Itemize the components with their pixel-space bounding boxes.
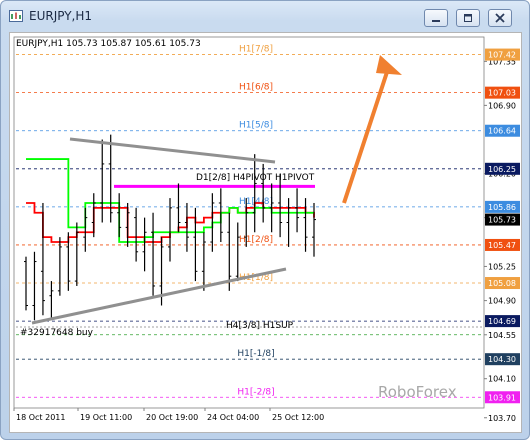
y-tick-label: 103.70 <box>488 414 516 423</box>
y-tick-label: 104.10 <box>488 375 516 384</box>
price-tag-label: 106.64 <box>488 127 516 136</box>
pivot-label: D1[2/8] H4PIVOT H1PIVOT <box>196 173 315 183</box>
level-label: H1[7/8] <box>239 45 273 55</box>
support-label: H4[3/8] H1SUP <box>226 321 294 331</box>
info-values: 105.73 105.87 105.61 105.73 <box>66 39 201 49</box>
watermark: RoboForex <box>378 383 457 401</box>
x-tick-label: 19 Oct 11:00 <box>80 413 132 422</box>
y-tick-label: 106.90 <box>488 101 516 110</box>
level-label: H1[2/8] <box>239 235 273 245</box>
chart-area[interactable]: H1[7/8] H1[6/8] H1[5/8] H1[4/8] H1[2/8] H1[1/… <box>9 32 522 433</box>
current-price-label: 105.73 <box>488 216 516 225</box>
level-label: H1[4/8] <box>239 197 273 207</box>
y-tick-label: 104.55 <box>488 331 516 340</box>
price-tag-label: 104.30 <box>488 355 516 364</box>
maximize-button[interactable] <box>456 9 480 27</box>
x-tick-label: 25 Oct 12:00 <box>272 413 324 422</box>
price-tag-label: 107.03 <box>488 89 516 98</box>
minimize-icon <box>432 20 440 22</box>
chart-window: EURJPY,H1 H1[7/8] H1[6/8] H1[5/8] H1[4/8] H1… <box>0 0 530 440</box>
price-tag-label: 105.86 <box>488 203 516 212</box>
x-tick-label: 18 Oct 2011 <box>16 413 65 422</box>
minimize-button[interactable] <box>424 9 448 27</box>
window-title: EURJPY,H1 <box>29 9 93 23</box>
close-icon <box>495 13 505 23</box>
price-chart[interactable]: H1[7/8]H1[6/8]H1[5/8]H1[4/8]H1[2/8]H1[1/… <box>10 33 521 432</box>
price-tag-label: 105.47 <box>488 241 516 250</box>
level-label: H1[5/8] <box>239 121 273 131</box>
chart-window-icon <box>9 10 23 22</box>
level-label: H1[6/8] <box>239 83 273 93</box>
symbol-info: EURJPY,H1 105.73 105.87 105.61 105.73 <box>16 39 201 49</box>
price-tag-label: 105.08 <box>488 279 516 288</box>
info-symbol: EURJPY,H1 <box>16 39 64 49</box>
x-tick-label: 20 Oct 19:00 <box>146 413 198 422</box>
order-label: #32917648 buy <box>20 328 94 338</box>
y-tick-label: 105.25 <box>488 262 516 271</box>
price-tag-label: 103.91 <box>488 393 516 402</box>
maximize-icon <box>464 14 472 22</box>
price-tag-label: 104.69 <box>488 317 516 326</box>
level-label: H1[-2/8] <box>237 387 274 397</box>
price-tag-label: 106.25 <box>488 165 516 174</box>
level-label: H1[-1/8] <box>237 349 274 359</box>
title-bar[interactable]: EURJPY,H1 <box>1 1 529 31</box>
x-tick-label: 24 Oct 04:00 <box>207 413 259 422</box>
y-tick-label: 104.90 <box>488 297 516 306</box>
close-button[interactable] <box>488 9 512 27</box>
price-tag-label: 107.42 <box>488 51 516 60</box>
